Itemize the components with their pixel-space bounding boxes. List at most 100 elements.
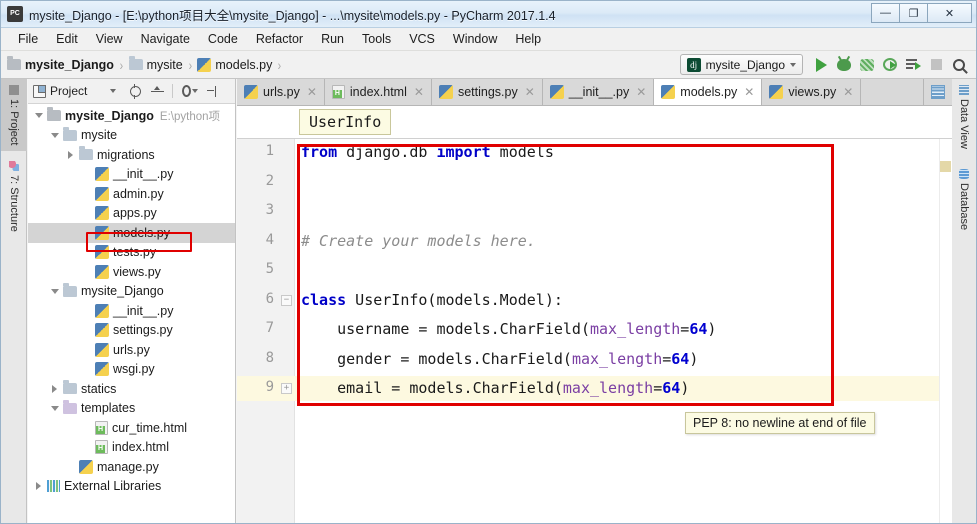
chevron-right-icon[interactable] [64,151,77,159]
close-icon[interactable]: ✕ [307,85,317,99]
chevron-right-icon[interactable] [48,385,61,393]
run-configuration-selector[interactable]: dj mysite_Django [679,54,803,75]
close-button[interactable]: ✕ [927,3,972,23]
code-editor[interactable]: 1 2 3 4 5 6 7 8 9 − + from django.db import models… [237,139,952,523]
fold-marker-icon[interactable]: − [281,294,292,306]
editor-tab-views-py[interactable]: views.py ✕ [762,79,862,105]
fold-marker-icon[interactable]: + [281,383,292,394]
menu-item-help[interactable]: Help [506,29,550,49]
chevron-right-icon[interactable] [32,482,45,490]
editor-tab-models-py[interactable]: models.py ✕ [654,79,763,105]
editor-tab-label: settings.py [457,85,518,99]
tree-row[interactable]: mysite_Django E:\python项 [28,106,235,126]
tree-row[interactable]: index.html [28,438,235,458]
python-file-icon [549,85,564,99]
menu-item-edit[interactable]: Edit [47,29,87,49]
close-icon[interactable]: ✕ [414,85,424,99]
tree-row[interactable]: tests.py [28,243,235,263]
tree-row[interactable]: cur_time.html [28,418,235,438]
editor-tab---init---py[interactable]: __init__.py ✕ [542,79,655,105]
tree-row[interactable]: apps.py [28,204,235,224]
tree-row[interactable]: mysite_Django [28,282,235,302]
run-button[interactable] [810,54,832,76]
tree-item-label: External Libraries [64,479,162,494]
menu-item-view[interactable]: View [87,29,132,49]
minimize-button[interactable]: — [871,3,900,23]
coverage-button[interactable] [856,54,878,76]
search-icon [953,58,965,71]
window-controls: — ❐ ✕ [871,3,972,23]
tree-row[interactable]: mysite [28,126,235,146]
tree-row[interactable]: __init__.py [28,301,235,321]
code-line: class UserInfo(models.Model): [301,291,563,309]
chevron-down-icon[interactable] [105,83,121,99]
close-icon[interactable]: ✕ [636,85,646,99]
menu-item-run[interactable]: Run [312,29,353,49]
sidebar-item-structure[interactable]: 7: Structure [1,155,27,238]
close-icon[interactable]: ✕ [744,85,754,99]
sidebar-item-database[interactable]: Database [951,163,976,236]
collapse-all-icon[interactable] [149,83,165,99]
sidebar-item-project[interactable]: 1: Project [1,79,27,152]
menu-item-window[interactable]: Window [444,29,506,49]
breadcrumb-item-2[interactable]: models.py [215,58,272,72]
breadcrumb-item-0[interactable]: mysite_Django [25,58,114,72]
tree-item-label: templates [81,401,136,416]
stop-button[interactable] [925,54,947,76]
right-tool-window-bar: Data View Database [950,79,976,523]
folder-icon [128,56,143,70]
tree-row[interactable]: views.py [28,262,235,282]
chevron-down-icon[interactable] [48,406,61,411]
scroll-from-source-icon[interactable] [127,83,143,99]
menu-item-navigate[interactable]: Navigate [132,29,199,49]
tab-bar-actions[interactable] [924,79,952,105]
tree-row[interactable]: __init__.py [28,165,235,185]
chevron-down-icon[interactable] [48,289,61,294]
debug-button[interactable] [833,54,855,76]
sidebar-item-data-view[interactable]: Data View [951,79,976,155]
tree-item-path: E:\python项 [159,110,221,123]
menu-item-vcs[interactable]: VCS [400,29,444,49]
code-breadcrumb-userinfo[interactable]: UserInfo [299,109,392,135]
editor-tab-urls-py[interactable]: urls.py ✕ [237,79,325,105]
hide-panel-icon[interactable] [204,83,220,99]
tree-row[interactable]: templates [28,399,235,419]
tree-row[interactable]: External Libraries [28,477,235,497]
code-token: max_length [562,379,654,397]
close-icon[interactable]: ✕ [525,85,535,99]
project-tool-window: Project mysite_Django E:\python项 mysite mig… [28,79,236,523]
python-file-icon [661,85,676,99]
tree-row[interactable]: manage.py [28,457,235,477]
editor-tab-settings-py[interactable]: settings.py ✕ [431,79,543,105]
editor-tab-index-html[interactable]: index.html ✕ [324,79,432,105]
editor-scroll-markers[interactable] [939,139,952,523]
attach-button[interactable] [902,54,924,76]
menu-item-code[interactable]: Code [199,29,247,49]
warning-marker[interactable] [940,161,951,172]
close-icon[interactable]: ✕ [843,85,853,99]
menu-item-file[interactable]: File [9,29,47,49]
tree-row[interactable]: admin.py [28,184,235,204]
tree-row[interactable]: statics [28,379,235,399]
search-everywhere-button[interactable] [948,54,970,76]
main-toolbar: dj mysite_Django [679,54,976,76]
maximize-button[interactable]: ❐ [899,3,928,23]
breadcrumb-item-1[interactable]: mysite [147,58,183,72]
data-view-icon [959,85,969,95]
chevron-down-icon[interactable] [32,113,45,118]
tree-row[interactable]: settings.py [28,321,235,341]
menu-item-refactor[interactable]: Refactor [247,29,312,49]
tree-item-label: mysite [81,128,118,143]
menu-item-tools[interactable]: Tools [353,29,400,49]
tree-row[interactable]: wsgi.py [28,360,235,380]
chevron-down-icon[interactable] [48,133,61,138]
python-file-icon [95,264,109,279]
tree-row[interactable]: models.py [28,223,235,243]
line-number: 3 [265,202,274,218]
editor-gutter: 1 2 3 4 5 6 7 8 9 − + [237,139,295,523]
code-token: models [490,143,554,161]
profile-button[interactable] [879,54,901,76]
tree-row[interactable]: migrations [28,145,235,165]
tree-row[interactable]: urls.py [28,340,235,360]
settings-gear-icon[interactable] [182,83,199,99]
